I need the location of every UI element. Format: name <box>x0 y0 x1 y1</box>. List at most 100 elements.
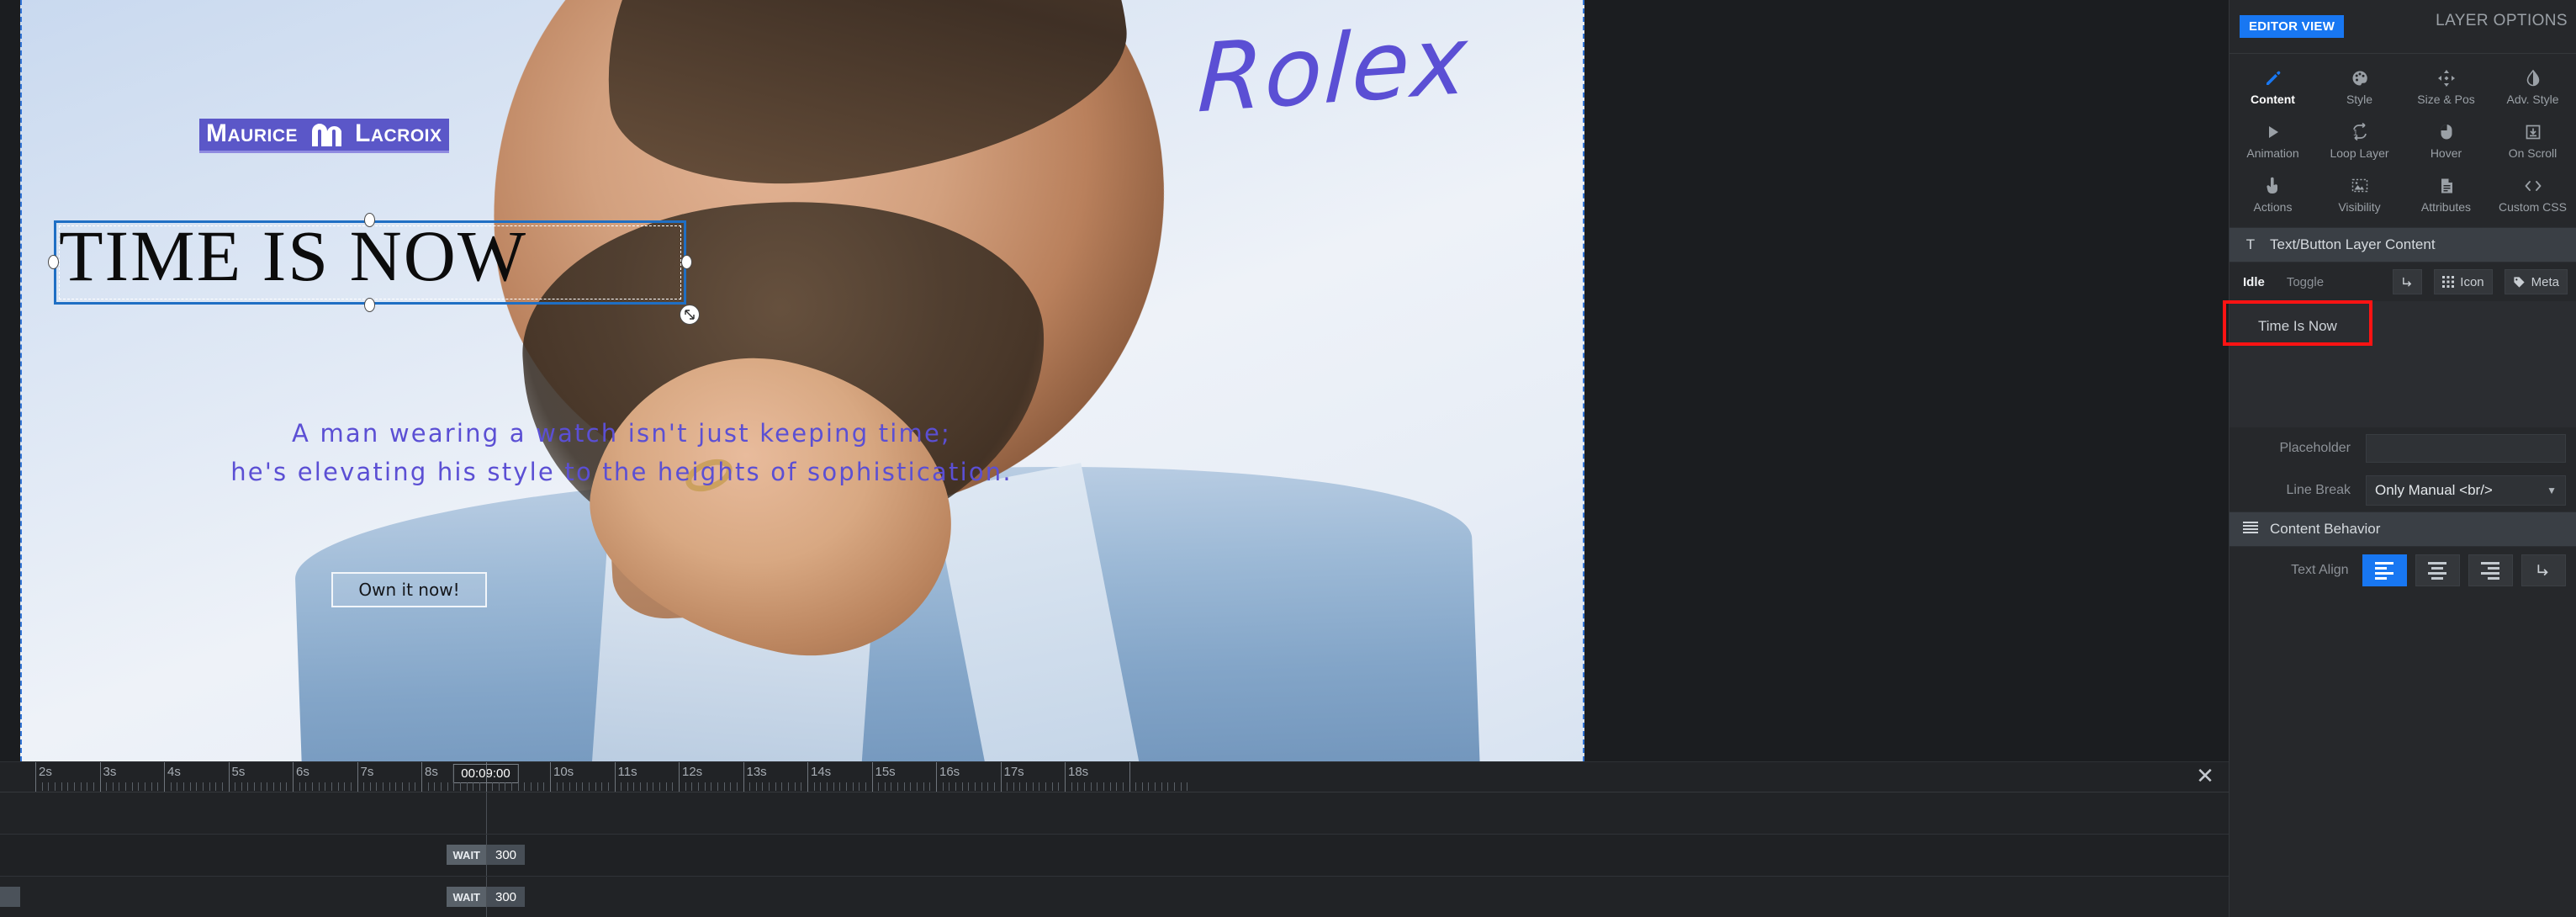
tab-custom-css[interactable]: Custom CSS <box>2489 172 2576 219</box>
close-timeline-button[interactable]: ✕ <box>2193 765 2217 788</box>
ruler-tick-minor <box>537 782 538 791</box>
align-right-button[interactable] <box>2468 554 2513 586</box>
ruler-tick-minor <box>845 782 847 791</box>
tab-loop-layer[interactable]: 1 Loop Layer <box>2316 118 2403 165</box>
align-wrap-button[interactable] <box>2520 554 2566 586</box>
ruler-tick-minor <box>839 782 841 791</box>
ruler-tick-minor <box>903 782 905 791</box>
tab-animation[interactable]: Animation <box>2230 118 2316 165</box>
timeline-track-1[interactable] <box>0 792 2229 835</box>
timeline-track-2[interactable]: WAIT 300 <box>0 835 2229 877</box>
text-t-icon: T <box>2245 236 2256 252</box>
ruler-tick-minor <box>459 782 461 791</box>
tab-on-scroll[interactable]: On Scroll <box>2489 118 2576 165</box>
line-break-select[interactable]: Only Manual <br/> ▼ <box>2366 475 2566 506</box>
tab-label: Adv. Style <box>2506 93 2559 106</box>
ruler-tick-minor <box>1077 782 1079 791</box>
placeholder-input[interactable] <box>2366 434 2566 463</box>
ruler-tick-minor <box>1135 782 1137 791</box>
layer-cta-button[interactable]: Own it now! <box>331 572 487 607</box>
content-state-row[interactable]: Idle Toggle Icon Meta <box>2230 262 2576 301</box>
ruler-tick-minor <box>929 782 931 791</box>
ruler-tick-minor <box>151 782 152 791</box>
ruler-tick-minor <box>575 782 577 791</box>
slide-stage[interactable]: Maurice Lacroix TIME IS NOW A man wearin… <box>20 0 1584 761</box>
ruler-tick-minor <box>859 782 860 791</box>
ruler-tick-minor <box>1141 782 1143 791</box>
ruler-tick-minor <box>311 782 313 791</box>
ruler-tick-minor <box>820 782 822 791</box>
timeline-ruler[interactable]: 00:09:00 ✕ 2s 3s 4s 5s 6s 7s 8s 10s 11s 12s 13s 14s… <box>0 762 2229 792</box>
align-center-button[interactable] <box>2415 554 2460 586</box>
ruler-tick-label: 11s <box>617 765 637 779</box>
state-tab-toggle[interactable]: Toggle <box>2282 273 2329 292</box>
tab-style[interactable]: Style <box>2316 64 2403 111</box>
tab-attributes[interactable]: Attributes <box>2403 172 2489 219</box>
insert-linebreak-button[interactable] <box>2393 269 2423 294</box>
slide-canvas[interactable]: Maurice Lacroix TIME IS NOW A man wearin… <box>0 0 2229 761</box>
tab-label: Style <box>2346 93 2373 106</box>
layer-headline-selected[interactable]: TIME IS NOW <box>48 213 700 325</box>
ruler-tick-label: 8s <box>425 765 438 779</box>
ruler-tick-minor <box>73 782 75 791</box>
placeholder-field-row: Placeholder <box>2230 427 2576 469</box>
align-left-button[interactable] <box>2362 554 2407 586</box>
layer-body-copy[interactable]: A man wearing a watch isn't just keeping… <box>37 414 1206 492</box>
ruler-tick-minor <box>189 782 191 791</box>
tab-visibility[interactable]: Visibility <box>2316 172 2403 219</box>
content-textarea[interactable]: Time Is Now <box>2230 301 2576 427</box>
ruler-tick-label: 3s <box>103 765 117 779</box>
ruler-tick-minor <box>363 782 365 791</box>
body-copy-line-2: he's elevating his style to the heights … <box>230 458 1013 487</box>
ruler-tick-minor <box>48 782 50 791</box>
ruler-tick-minor <box>1090 782 1092 791</box>
ruler-tick-minor <box>247 782 249 791</box>
chip-value: 300 <box>487 887 526 907</box>
ruler-tick-minor <box>440 782 442 791</box>
ruler-tick-minor <box>704 782 706 791</box>
ruler-tick-minor <box>974 782 976 791</box>
resize-handle-bottom[interactable] <box>364 298 375 312</box>
ruler-tick-minor <box>138 782 140 791</box>
icon-picker-button[interactable]: Icon <box>2434 269 2493 294</box>
resize-handle-top[interactable] <box>364 213 375 227</box>
layer-options-tabs[interactable]: Content Style Size & Pos Adv. Style Animatio… <box>2230 54 2576 227</box>
ruler-tick-minor <box>730 782 732 791</box>
state-tab-idle[interactable]: Idle <box>2238 273 2270 292</box>
ruler-tick-minor <box>621 782 622 791</box>
layer-logo-lockup[interactable]: Maurice Lacroix <box>199 119 449 153</box>
mouse-icon <box>2437 123 2456 141</box>
tab-hover[interactable]: Hover <box>2403 118 2489 165</box>
resize-handle-left[interactable] <box>48 255 59 269</box>
layer-options-panel[interactable]: EDITOR VIEW LAYER OPTIONS Content Style Si… <box>2223 0 2576 917</box>
meta-button-label: Meta <box>2531 274 2559 289</box>
ruler-tick-minor <box>665 782 667 791</box>
tab-content[interactable]: Content <box>2230 64 2316 111</box>
ruler-tick-minor <box>305 782 307 791</box>
meta-button[interactable]: Meta <box>2504 269 2568 294</box>
resize-handle-right[interactable] <box>681 255 692 269</box>
tab-adv-style[interactable]: Adv. Style <box>2489 64 2576 111</box>
ruler-tick-minor <box>1051 782 1053 791</box>
timeline-track-stub[interactable] <box>0 887 20 907</box>
tab-label: Loop Layer <box>2330 146 2389 160</box>
ruler-tick-minor <box>318 782 320 791</box>
layer-brand-script[interactable]: Rolex <box>1196 5 1470 134</box>
ruler-tick-minor <box>434 782 436 791</box>
text-align-label: Text Align <box>2291 563 2349 577</box>
tab-label: Attributes <box>2420 200 2472 214</box>
ruler-tick-minor <box>685 782 686 791</box>
timeline-track-3[interactable]: WAIT 300 <box>0 877 2229 917</box>
ruler-tick-minor <box>633 782 635 791</box>
ruler-tick-minor <box>717 782 718 791</box>
timeline[interactable]: 00:09:00 ✕ 2s 3s 4s 5s 6s 7s 8s 10s 11s 12s 13s 14s… <box>0 761 2229 917</box>
ruler-tick-minor <box>691 782 693 791</box>
editor-view-button[interactable]: EDITOR VIEW <box>2240 15 2345 38</box>
tab-actions[interactable]: Actions <box>2230 172 2316 219</box>
logo-word-lacroix: Lacroix <box>355 119 442 147</box>
resize-handle-corner[interactable] <box>680 305 700 325</box>
tab-size-pos[interactable]: Size & Pos <box>2403 64 2489 111</box>
ruler-tick-minor <box>826 782 828 791</box>
line-break-label: Line Break <box>2286 483 2351 497</box>
ruler-tick-minor <box>254 782 256 791</box>
